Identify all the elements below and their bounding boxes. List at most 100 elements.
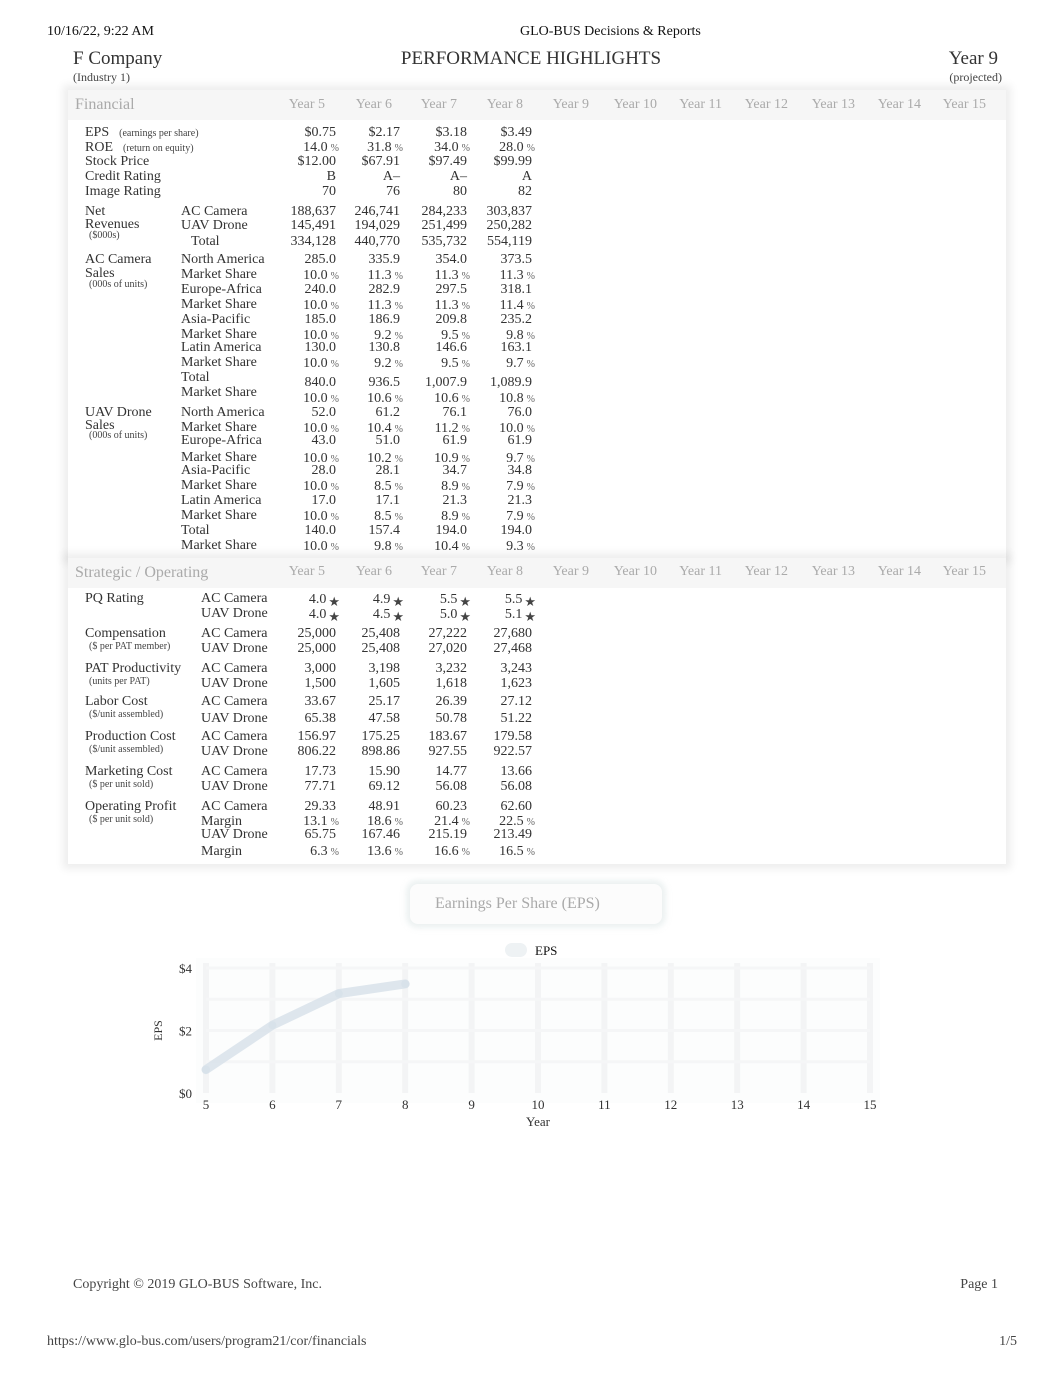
print-datetime: 10/16/22, 9:22 AM <box>47 24 154 39</box>
column-header-str-year-10: Year 10 <box>613 564 657 579</box>
column-header-fin-year-8: Year 8 <box>486 97 523 112</box>
value-text: 11.3 <box>499 268 524 283</box>
ac-sales-row-label: Asia-Pacific <box>181 312 251 327</box>
value-text: 3,243 <box>500 661 533 676</box>
column-header-str-year-8: Year 8 <box>486 564 523 579</box>
value-text: 82 <box>518 184 532 199</box>
row-label-text: Stock Price <box>85 154 150 169</box>
row-label-text: Image Rating <box>85 184 161 199</box>
strategic-group-note: ($/unit assembled) <box>89 709 164 720</box>
value-text: $3.49 <box>500 125 533 140</box>
report-title: PERFORMANCE HIGHLIGHTS <box>400 48 662 69</box>
percent-unit: % <box>526 512 535 523</box>
strategic-value: 51.22 <box>452 711 533 727</box>
value-text: 4.5 <box>372 607 391 622</box>
y-axis-label: EPS <box>151 1020 165 1041</box>
ac-sales-value: 163.1 <box>452 340 533 356</box>
value-text: 194.0 <box>500 523 533 538</box>
eps-value: $3.49 <box>452 125 533 141</box>
column-header-fin-year-7: Year 7 <box>420 97 457 112</box>
strategic-value: 179.58 <box>452 729 533 745</box>
financial-title: Financial <box>75 96 135 113</box>
value-text: 373.5 <box>500 252 533 267</box>
value-text: 7.9 <box>506 479 524 494</box>
strategic-row-label: UAV Drone <box>201 606 268 621</box>
uav-sales-value: 61.9 <box>452 433 533 449</box>
uav-sales-row-label: North America <box>181 405 265 420</box>
column-header-fin-year-5: Year 5 <box>288 97 325 112</box>
value-text: 7.9 <box>506 509 524 524</box>
column-header-str-year-14: Year 14 <box>877 564 921 579</box>
eps-chart: 5 6 7 8 9 10 11 12 13 14 15 $0 $2 $4 Year EPS EPS <box>151 943 880 1129</box>
uav-sales-value: 194.0 <box>452 523 533 539</box>
column-header-fin-year-13: Year 13 <box>811 97 855 112</box>
ac-sales-value: 373.5 <box>452 252 533 268</box>
strategic-group-label: Marketing Cost <box>85 764 173 779</box>
ac-sales-row-label: Total <box>181 370 210 385</box>
strategic-row-label: Margin <box>201 844 242 859</box>
value-text: 16.5 <box>499 844 524 859</box>
strategic-group-note: (units per PAT) <box>89 676 150 687</box>
ac-sales-row-label: Market Share <box>181 385 257 400</box>
column-header-fin-year-6: Year 6 <box>355 97 392 112</box>
row-note: (earnings per share) <box>119 128 199 139</box>
uav-sales-row-label: Market Share <box>181 538 257 553</box>
uav-sales-note: (000s of units) <box>89 430 148 441</box>
strategic-group-note: ($/unit assembled) <box>89 744 164 755</box>
uav-sales-value: 9.3% <box>455 539 535 555</box>
ac-sales-value: 318.1 <box>452 282 533 298</box>
value-text: 9.3 <box>506 539 524 554</box>
row-label-text: EPS <box>85 125 110 140</box>
value-text: 4.9 <box>372 592 391 607</box>
strategic-value: 62.60 <box>452 799 533 815</box>
ac-sales-row-label: Latin America <box>181 340 262 355</box>
value-text: 1,623 <box>500 676 533 691</box>
x-tick-label: 11 <box>598 1097 611 1112</box>
strategic-value: 922.57 <box>452 744 533 760</box>
value-text: 28.0 <box>499 140 524 155</box>
percent-unit: % <box>526 271 535 282</box>
value-text: 51.22 <box>500 711 533 726</box>
chart-title-box: Earnings Per Share (EPS) <box>410 884 662 924</box>
y-tick-label: $2 <box>179 1024 192 1039</box>
column-header-str-year-5: Year 5 <box>288 564 325 579</box>
eps-data-point <box>401 979 410 988</box>
x-tick-label: 15 <box>864 1097 877 1112</box>
stock-price-value: $99.99 <box>452 154 533 170</box>
value-text: 61.9 <box>507 433 533 448</box>
net-revenues-value: 250,282 <box>452 218 533 234</box>
x-tick-label: 6 <box>269 1097 276 1112</box>
value-text: 318.1 <box>500 282 533 297</box>
eps-label: EPS (earnings per share) <box>85 125 199 141</box>
strategic-value: 1,623 <box>452 676 533 692</box>
value-text: 554,119 <box>487 234 532 249</box>
uav-sales-value: 21.3 <box>452 493 533 509</box>
print-url: https://www.glo-bus.com/users/program21/… <box>47 1334 367 1349</box>
x-tick-label: 7 <box>336 1097 343 1112</box>
strategic-group-label: PAT Productivity <box>85 661 182 676</box>
uav-sales-row-label: Europe-Africa <box>181 433 262 448</box>
current-year: Year 9 <box>948 48 998 69</box>
value-text: 5.1 <box>504 607 523 622</box>
column-header-str-year-7: Year 7 <box>420 564 457 579</box>
ac-sales-row-label: Europe-Africa <box>181 282 262 297</box>
strategic-value: 16.5% <box>455 844 535 860</box>
image-rating-label: Image Rating <box>85 184 161 200</box>
y-tick-label: $4 <box>179 961 193 976</box>
value-text: 10.6 <box>367 391 392 406</box>
print-page-count: 1/5 <box>999 1334 1017 1349</box>
ac-sales-value: 1,089.9 <box>452 375 532 391</box>
x-tick-label: 12 <box>664 1097 677 1112</box>
value-text: 235.2 <box>500 312 533 327</box>
eps-data-point <box>268 1021 277 1030</box>
column-header-fin-year-10: Year 10 <box>613 97 657 112</box>
column-header-fin-year-15: Year 15 <box>942 97 986 112</box>
net-revenues-note: ($000s) <box>89 230 120 241</box>
value-text: 303,837 <box>486 204 533 219</box>
value-text: 21.3 <box>507 493 533 508</box>
value-text: 179.58 <box>493 729 533 744</box>
x-tick-label: 13 <box>731 1097 744 1112</box>
x-tick-label: 9 <box>468 1097 475 1112</box>
ac-sales-row-label: Market Share <box>181 355 257 370</box>
strategic-value: 27,680 <box>452 626 533 642</box>
